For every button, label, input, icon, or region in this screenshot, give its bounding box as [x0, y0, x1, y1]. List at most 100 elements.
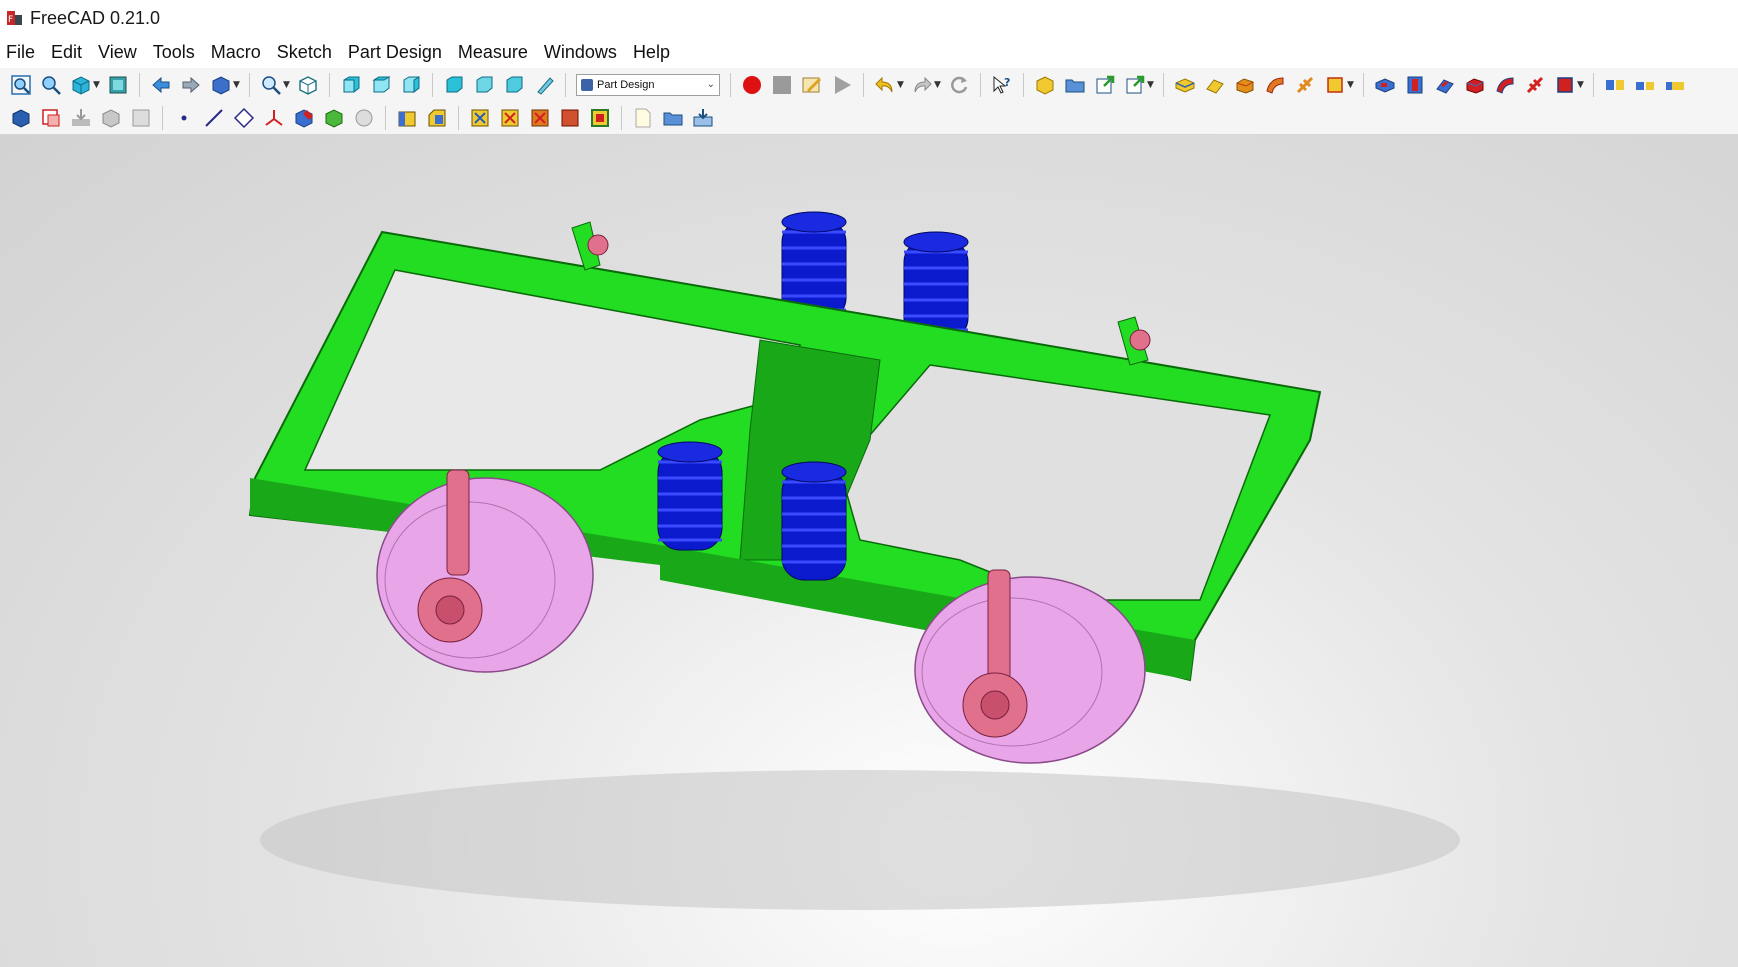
chevron-down-icon[interactable]: ▼ [1347, 80, 1355, 90]
view-rear-icon[interactable] [441, 72, 467, 98]
menu-macro[interactable]: Macro [203, 38, 269, 66]
view-isometric-icon[interactable] [295, 72, 321, 98]
measure-distance-icon[interactable] [531, 72, 557, 98]
menu-tools[interactable]: Tools [145, 38, 203, 66]
zoom-icon[interactable] [258, 72, 284, 98]
chevron-down-icon[interactable]: ▼ [283, 80, 291, 90]
thickness-icon[interactable] [497, 105, 523, 131]
macro-edit-icon[interactable] [799, 72, 825, 98]
menu-help[interactable]: Help [625, 38, 678, 66]
polar-pattern-icon[interactable] [1662, 72, 1688, 98]
revolution-icon[interactable] [1202, 72, 1228, 98]
boolean-icon[interactable] [527, 105, 553, 131]
new-document-icon[interactable] [630, 105, 656, 131]
create-link-icon[interactable] [1092, 72, 1118, 98]
front-left-wheel [376, 477, 594, 673]
chevron-down-icon[interactable]: ▼ [897, 80, 905, 90]
fillet-icon[interactable] [394, 105, 420, 131]
sub-shape-binder-icon[interactable] [128, 105, 154, 131]
additive-primitive-icon[interactable] [1322, 72, 1348, 98]
sketch-toolbar [0, 101, 1738, 135]
subtractive-pipe-icon[interactable] [1492, 72, 1518, 98]
linear-pattern-icon[interactable] [1632, 72, 1658, 98]
chevron-down-icon[interactable]: ▼ [233, 80, 241, 90]
fit-selection-icon[interactable] [38, 72, 64, 98]
menu-edit[interactable]: Edit [43, 38, 90, 66]
view-front-icon[interactable] [338, 72, 364, 98]
pad-icon[interactable] [1172, 72, 1198, 98]
menu-part-design[interactable]: Part Design [340, 38, 450, 66]
view-left-icon[interactable] [501, 72, 527, 98]
menu-bar: File Edit View Tools Macro Sketch Part D… [0, 36, 1738, 68]
undo-icon[interactable] [872, 72, 898, 98]
draw-style-icon[interactable] [68, 72, 94, 98]
fit-all-icon[interactable] [8, 72, 34, 98]
create-body-icon[interactable] [1032, 72, 1058, 98]
macro-stop-icon[interactable] [769, 72, 795, 98]
body-icon[interactable] [8, 105, 34, 131]
subtractive-loft-icon[interactable] [1462, 72, 1488, 98]
chevron-down-icon[interactable]: ▼ [1147, 80, 1155, 90]
front-right-wheel [914, 576, 1146, 764]
sketch-icon[interactable] [291, 105, 317, 131]
whats-this-icon[interactable]: ? [989, 72, 1015, 98]
clone-icon[interactable] [98, 105, 124, 131]
bogie-model [248, 211, 1460, 910]
create-part-icon[interactable] [1062, 72, 1088, 98]
map-sketch-icon[interactable] [351, 105, 377, 131]
view-right-icon[interactable] [398, 72, 424, 98]
save-icon[interactable] [690, 105, 716, 131]
std-views-icon[interactable] [208, 72, 234, 98]
refresh-icon[interactable] [946, 72, 972, 98]
additive-pipe-icon[interactable] [1262, 72, 1288, 98]
menu-windows[interactable]: Windows [536, 38, 625, 66]
part-design-icon [581, 78, 593, 91]
link-actions-icon[interactable] [1122, 72, 1148, 98]
menu-view[interactable]: View [90, 38, 145, 66]
view-bottom-icon[interactable] [471, 72, 497, 98]
workbench-selector[interactable]: Part Design ⌄ [576, 73, 720, 96]
svg-text:?: ? [1004, 76, 1010, 89]
local-coordinate-icon[interactable] [261, 105, 287, 131]
datum-point-icon[interactable] [171, 105, 197, 131]
mirrored-icon[interactable] [1602, 72, 1628, 98]
subtractive-helix-icon[interactable] [1522, 72, 1548, 98]
forward-arrow-icon[interactable] [178, 72, 204, 98]
chevron-down-icon[interactable]: ▼ [1577, 80, 1585, 90]
view-top-icon[interactable] [368, 72, 394, 98]
groove-icon[interactable] [1432, 72, 1458, 98]
open-folder-icon[interactable] [660, 105, 686, 131]
3d-viewport[interactable] [0, 135, 1738, 967]
split-icon[interactable] [557, 105, 583, 131]
bounding-box-icon[interactable] [105, 72, 131, 98]
workbench-selector-value: Part Design [597, 78, 655, 91]
additive-loft-icon[interactable] [1232, 72, 1258, 98]
menu-sketch[interactable]: Sketch [269, 38, 340, 66]
draft-icon[interactable] [467, 105, 493, 131]
back-arrow-icon[interactable] [148, 72, 174, 98]
datum-line-icon[interactable] [201, 105, 227, 131]
validate-sketch-icon[interactable] [321, 105, 347, 131]
additive-helix-icon[interactable] [1292, 72, 1318, 98]
spring-front-left [657, 441, 723, 551]
subtractive-primitive-icon[interactable] [1552, 72, 1578, 98]
hole-icon[interactable] [1402, 72, 1428, 98]
pocket-icon[interactable] [1372, 72, 1398, 98]
main-toolbar: ▼ ▼ ▼ Part Design ⌄ ▼ ▼ ? ▼ ▼ ▼ [0, 68, 1738, 101]
import-icon[interactable] [68, 105, 94, 131]
menu-measure[interactable]: Measure [450, 38, 536, 66]
chevron-down-icon[interactable]: ▼ [93, 80, 101, 90]
multi-transform-icon[interactable] [587, 105, 613, 131]
redo-icon[interactable] [909, 72, 935, 98]
macro-execute-icon[interactable] [829, 72, 855, 98]
chamfer-icon[interactable] [424, 105, 450, 131]
datum-plane-icon[interactable] [231, 105, 257, 131]
spring-front-right [781, 461, 847, 581]
macro-record-icon[interactable] [739, 72, 765, 98]
menu-file[interactable]: File [0, 38, 43, 66]
chevron-down-icon: ⌄ [706, 79, 715, 90]
window-title: FreeCAD 0.21.0 [30, 7, 161, 28]
shape-binder-icon[interactable] [38, 105, 64, 131]
chevron-down-icon[interactable]: ▼ [934, 80, 942, 90]
bracket-left [571, 221, 609, 271]
